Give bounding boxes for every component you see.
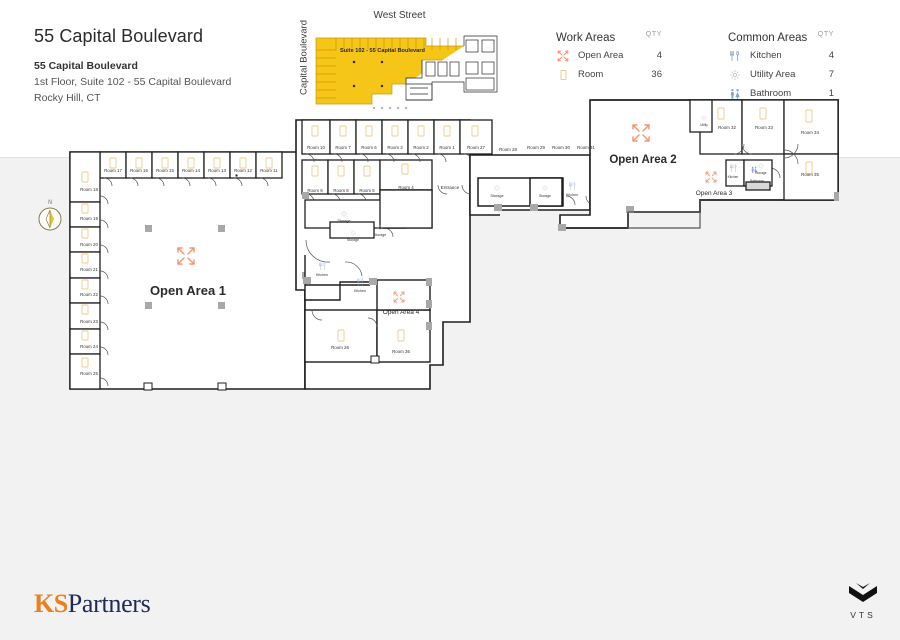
room-label: Room 1 xyxy=(439,145,455,150)
room-label: Room 12 xyxy=(234,168,252,173)
kitchen-label: Kitchen xyxy=(566,193,578,197)
open-area-1-label: Open Area 1 xyxy=(150,283,226,298)
room-label: Room 31 xyxy=(577,145,595,150)
room-label: Room 4 xyxy=(398,185,414,190)
vts-logo: VTS xyxy=(843,583,883,620)
room-label: Room 6 xyxy=(361,145,377,150)
storage-label: Storage xyxy=(374,233,387,237)
room-label: Room 7 xyxy=(335,145,351,150)
room-label: Room 20 xyxy=(80,242,98,247)
floorplan-page: 55 Capital Boulevard 55 Capital Boulevar… xyxy=(0,0,900,640)
room-label: Room 32 xyxy=(718,125,736,130)
room-label: Room 2 xyxy=(413,145,429,150)
ks-partners-logo: KSPartners xyxy=(34,589,151,619)
room-label: Room 29 xyxy=(527,145,545,150)
room-label: Room 22 xyxy=(80,292,98,297)
storage-label: Storage xyxy=(490,194,503,198)
storage-label: Storage xyxy=(755,171,766,175)
room-label: Room 16 xyxy=(130,168,148,173)
room-label: Room 33 xyxy=(755,125,773,130)
room-label: Room 19 xyxy=(80,216,98,221)
room-label: Room 21 xyxy=(80,267,98,272)
room-label: Room 35 xyxy=(801,172,819,177)
room-label: Room 28 xyxy=(499,147,517,152)
utility-label: Utility xyxy=(700,123,708,127)
room-label: Room 13 xyxy=(208,168,226,173)
room-label: Room 15 xyxy=(156,168,174,173)
room-label: Room 34 xyxy=(801,130,819,135)
kitchen-label: Kitchen xyxy=(354,289,366,293)
storage-label: Storage xyxy=(337,219,350,223)
room-label: Room 26 xyxy=(331,345,349,350)
storage-label: Storage xyxy=(539,194,551,198)
room-label: Room 18 xyxy=(80,187,98,192)
room-label: Room 3 xyxy=(387,145,403,150)
ks-logo-word: Partners xyxy=(67,589,151,618)
entrance-label: Entrance xyxy=(441,185,460,190)
bathroom-label: Bathroom xyxy=(750,179,764,183)
room-label: Room 36 xyxy=(392,349,410,354)
room-label: Room 10 xyxy=(307,145,325,150)
storage-label: Storage xyxy=(347,238,359,242)
room-label: Room 25 xyxy=(80,371,98,376)
ks-logo-initials: KS xyxy=(34,589,68,618)
vts-label: VTS xyxy=(850,610,876,620)
open-area-2-label: Open Area 2 xyxy=(609,154,676,166)
room-label: Room 23 xyxy=(80,319,98,324)
room-label: Room 11 xyxy=(260,168,278,173)
room-label: Room 14 xyxy=(182,168,200,173)
open-area-4-label: Open Area 4 xyxy=(383,309,420,316)
room-label: Room 30 xyxy=(552,145,570,150)
room-label: Room 5 xyxy=(359,188,375,193)
vts-chevron-icon xyxy=(849,583,877,602)
room-label: Room 24 xyxy=(80,344,98,349)
room-label: Room 17 xyxy=(104,168,122,173)
room-label: Room 8 xyxy=(333,188,349,193)
room-label: Room 9 xyxy=(307,188,323,193)
open-area-3-label: Open Area 3 xyxy=(696,190,733,197)
room-label: Room 27 xyxy=(467,145,485,150)
kitchen-label: Kitchen xyxy=(728,175,739,179)
floorplan-graphic[interactable]: Open Area 1 Open Area 2 Open Area 3 Open… xyxy=(0,0,900,482)
kitchen-label: Kitchen xyxy=(316,273,328,277)
